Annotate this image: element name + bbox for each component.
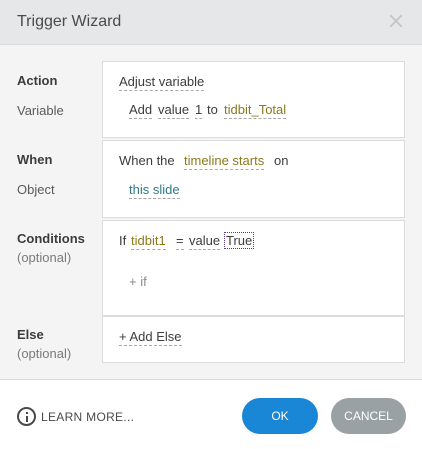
conditions-optional-label: (optional) — [17, 250, 72, 265]
info-icon[interactable] — [17, 407, 36, 426]
on-text: on — [274, 153, 289, 168]
to-text: to — [207, 102, 218, 117]
conditions-box: If tidbit1 = value True + if — [102, 220, 405, 316]
event-dropdown[interactable]: timeline starts — [184, 153, 265, 170]
cancel-button[interactable]: CANCEL — [331, 398, 406, 434]
conditions-label: Conditions — [17, 231, 85, 246]
condition-value-field[interactable]: True — [224, 232, 255, 249]
ok-button[interactable]: OK — [242, 398, 318, 434]
dialog-titlebar: Trigger Wizard — [0, 0, 422, 45]
add-else-button[interactable]: + Add Else — [119, 329, 182, 346]
object-label: Object — [17, 182, 55, 197]
action-box: Adjust variable Add value 1 to tidbit_To… — [102, 61, 405, 138]
action-type-dropdown[interactable]: Adjust variable — [119, 74, 205, 91]
dialog-footer: LEARN MORE... OK CANCEL — [0, 380, 422, 449]
close-icon[interactable] — [388, 13, 404, 29]
object-dropdown[interactable]: this slide — [129, 182, 180, 199]
when-prefix-text: When the — [119, 153, 175, 168]
dialog-body: Action Variable Adjust variable Add valu… — [0, 45, 422, 380]
add-if-button[interactable]: + if — [129, 274, 147, 289]
variable-label: Variable — [17, 103, 64, 118]
operation-dropdown[interactable]: Add — [129, 102, 153, 119]
amount-field[interactable]: 1 — [195, 102, 203, 119]
else-optional-label: (optional) — [17, 346, 72, 361]
condition-value-type-dropdown[interactable]: value — [189, 233, 221, 250]
target-variable-dropdown[interactable]: tidbit_Total — [224, 102, 287, 119]
if-text: If — [119, 233, 127, 248]
condition-variable-dropdown[interactable]: tidbit1 — [131, 233, 166, 250]
action-label: Action — [17, 73, 58, 88]
value-type-dropdown[interactable]: value — [158, 102, 190, 119]
dialog-title: Trigger Wizard — [17, 13, 122, 30]
when-box: When the timeline starts on this slide — [102, 140, 405, 218]
else-label: Else — [17, 327, 44, 342]
else-box: + Add Else — [102, 316, 405, 363]
when-label: When — [17, 152, 53, 167]
condition-operator-dropdown[interactable]: = — [176, 233, 184, 250]
learn-more-link[interactable]: LEARN MORE... — [41, 410, 134, 424]
